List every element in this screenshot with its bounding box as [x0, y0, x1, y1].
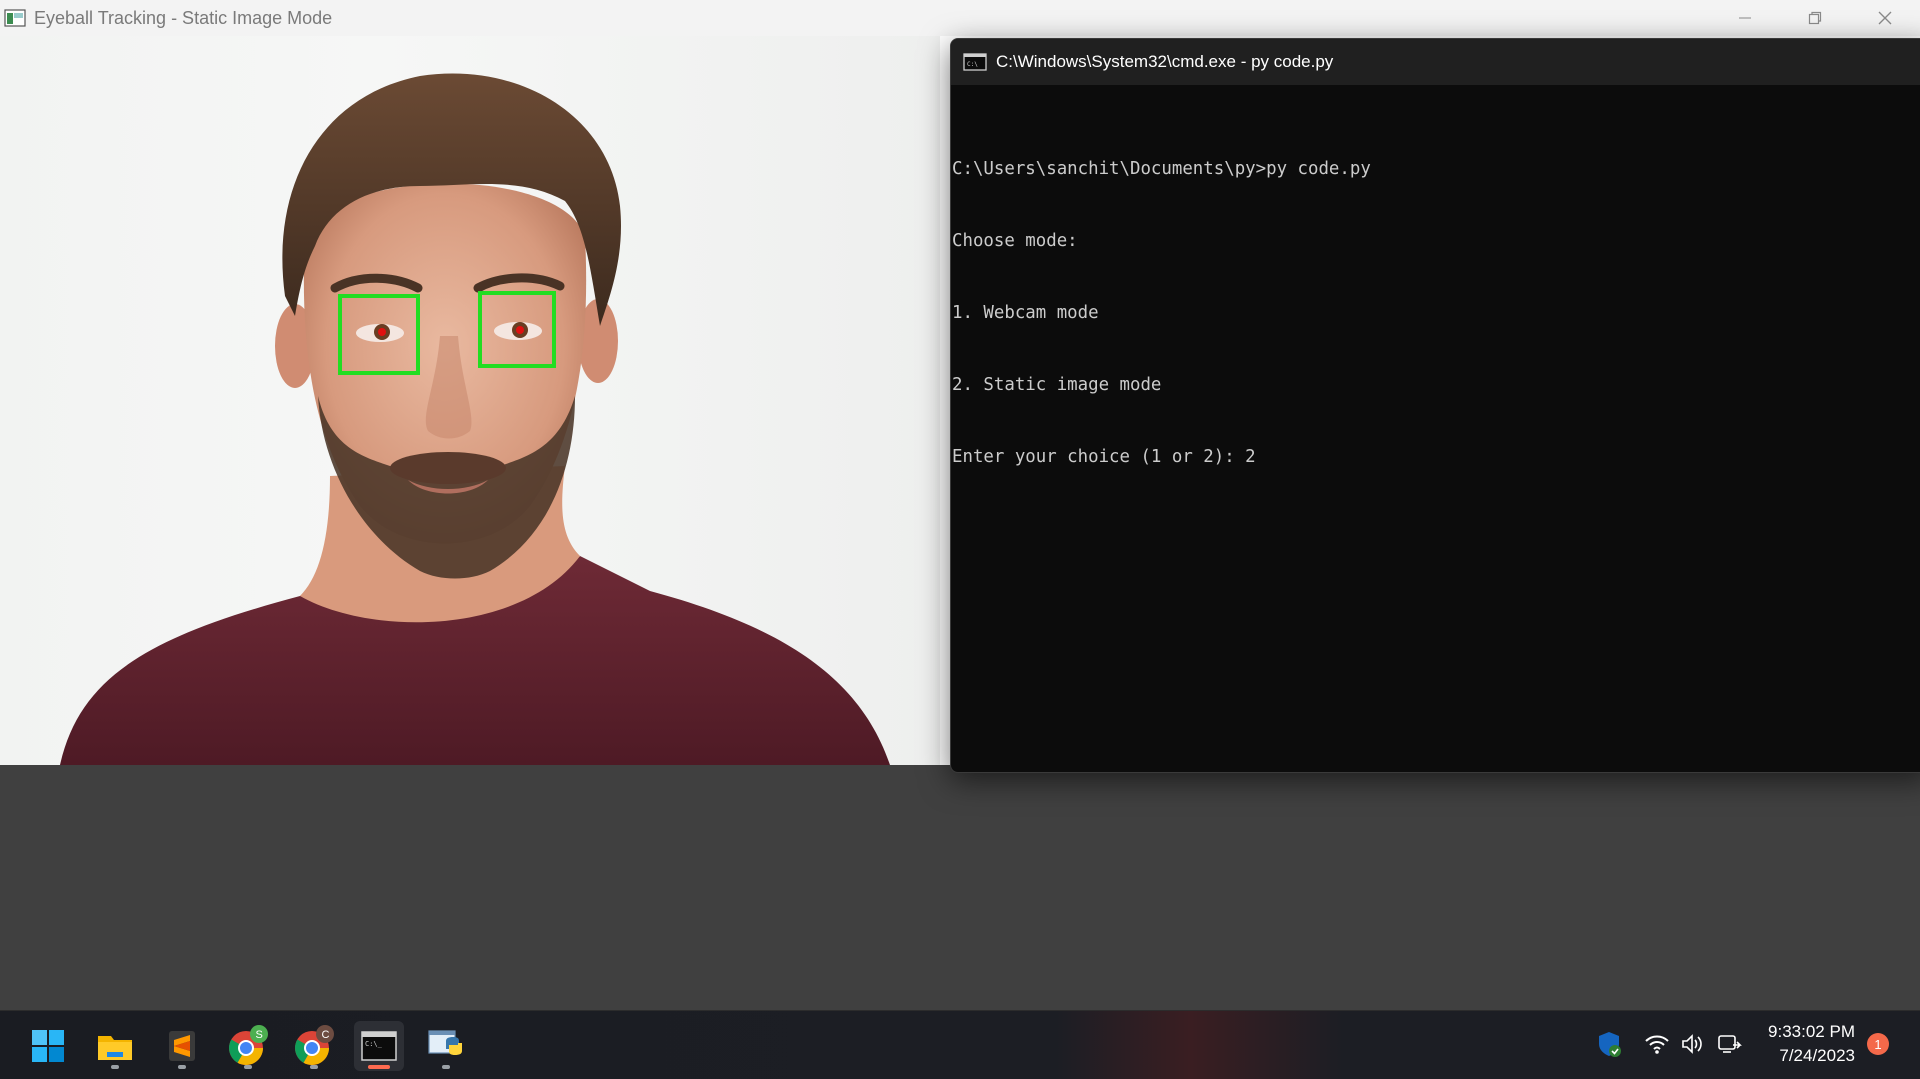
cmd-line: Enter your choice (1 or 2): 2: [952, 447, 1256, 467]
cmd-line: C:\Users\sanchit\Documents\py>py code.py: [952, 159, 1371, 179]
chrome-profile-s-icon: S: [229, 1025, 268, 1065]
minimize-button[interactable]: [1710, 0, 1780, 36]
tray-volume[interactable]: [1679, 1030, 1707, 1058]
minimize-icon: [1739, 17, 1751, 19]
sync-icon: [1718, 1035, 1742, 1053]
svg-text:C:\: C:\: [967, 61, 978, 68]
defender-shield-icon: [1599, 1032, 1621, 1057]
face-photo-illustration: [60, 73, 890, 765]
start-button[interactable]: [23, 1021, 73, 1071]
svg-text:C: C: [322, 1029, 330, 1041]
svg-text:S: S: [256, 1029, 263, 1041]
chrome-profile-c-icon: C: [295, 1025, 334, 1065]
cmd-line: 1. Webcam mode: [952, 303, 1099, 323]
restore-button[interactable]: [1780, 0, 1850, 36]
wifi-icon: [1645, 1035, 1669, 1054]
python-idle-icon: [428, 1030, 462, 1055]
face-image: [0, 36, 940, 765]
running-indicator: [244, 1065, 252, 1069]
mustache: [390, 452, 506, 484]
cmd-line: Choose mode:: [952, 231, 1078, 251]
cmd-output[interactable]: C:\Users\sanchit\Documents\py>py code.py…: [951, 85, 1920, 517]
taskbar-chrome-profile-c[interactable]: C: [289, 1021, 339, 1071]
opencv-window-icon: [4, 9, 26, 27]
tray-wifi[interactable]: [1643, 1030, 1671, 1058]
tray-sync[interactable]: [1715, 1030, 1743, 1058]
image-window-title: Eyeball Tracking - Static Image Mode: [34, 7, 333, 28]
left-pupil-marker: [378, 328, 386, 336]
active-indicator: [368, 1065, 390, 1069]
cmd-title: C:\Windows\System32\cmd.exe - py code.py: [996, 52, 1334, 71]
cmd-line: 2. Static image mode: [952, 375, 1162, 395]
taskbar: S C C:\_: [0, 1010, 1920, 1079]
taskbar-sublime-text[interactable]: [157, 1021, 207, 1071]
right-pupil-marker: [516, 326, 524, 334]
windows-start-icon: [32, 1030, 64, 1062]
close-button[interactable]: [1850, 0, 1920, 36]
svg-text:C:\_: C:\_: [365, 1040, 383, 1048]
clock-date: 7/24/2023: [1779, 1046, 1855, 1065]
file-explorer-icon: [98, 1036, 132, 1060]
volume-icon: [1682, 1034, 1702, 1054]
close-icon: [1878, 11, 1892, 25]
terminal-icon: C:\_: [361, 1031, 397, 1061]
cmd-titlebar[interactable]: C:\ C:\Windows\System32\cmd.exe - py cod…: [951, 39, 1920, 85]
running-indicator: [310, 1065, 318, 1069]
notification-badge[interactable]: 1: [1867, 1033, 1889, 1055]
tray-defender[interactable]: [1595, 1030, 1623, 1058]
taskbar-file-explorer[interactable]: [90, 1021, 140, 1071]
sublime-text-icon: [169, 1031, 195, 1061]
taskbar-python[interactable]: [421, 1021, 471, 1071]
window-controls: [1710, 0, 1920, 36]
running-indicator: [442, 1065, 450, 1069]
restore-icon: [1808, 11, 1822, 25]
cmd-window[interactable]: C:\ C:\Windows\System32\cmd.exe - py cod…: [950, 38, 1920, 773]
running-indicator: [111, 1065, 119, 1069]
taskbar-terminal[interactable]: C:\_: [354, 1021, 404, 1071]
clock-time: 9:33:02 PM: [1768, 1022, 1855, 1041]
taskbar-chrome-profile-s[interactable]: S: [223, 1021, 273, 1071]
taskbar-clock[interactable]: 9:33:02 PM 7/24/2023: [1755, 1020, 1855, 1068]
cmd-icon: C:\: [963, 53, 987, 71]
image-window-titlebar[interactable]: Eyeball Tracking - Static Image Mode: [0, 0, 1920, 36]
running-indicator: [178, 1065, 186, 1069]
